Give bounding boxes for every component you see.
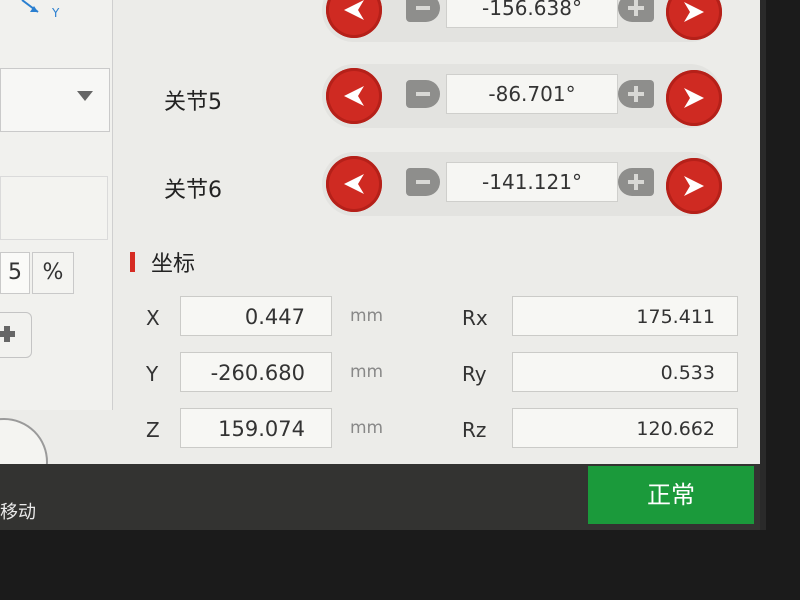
joint-decrease-button[interactable] [326, 68, 382, 124]
rotation-axis-label: Rx [462, 306, 488, 330]
coord-row-x: X 0.447 mm Rx 175.411 [140, 296, 740, 346]
axis-y-label: Y [52, 6, 60, 20]
info-box [0, 176, 108, 240]
joint-step-minus-button[interactable] [406, 0, 440, 22]
axis-label: Y [146, 362, 159, 386]
joint-row-6: 关节6 -141.121° [140, 152, 740, 222]
arrow-right-icon [684, 2, 704, 22]
coord-row-z: Z 159.074 mm Rz 120.662 [140, 408, 740, 458]
joint-label: 关节6 [164, 178, 222, 203]
joint-label: 关节5 [164, 90, 222, 115]
section-marker-icon [130, 252, 135, 272]
joint-step-plus-button[interactable] [618, 80, 654, 108]
speed-unit-label: % [32, 252, 74, 294]
rotation-value-field[interactable]: 175.411 [512, 296, 738, 336]
unit-label: mm [350, 418, 384, 438]
coordinates-section-title: 坐标 [130, 246, 196, 277]
unit-label: mm [350, 306, 384, 326]
joint-row-5: 关节5 -86.701° [140, 64, 740, 134]
speed-input[interactable]: 5 [0, 252, 30, 294]
coord-value-field[interactable]: 159.074 [180, 408, 332, 448]
joint-row-4: -156.638° [140, 0, 740, 48]
joint-control: -141.121° [322, 152, 722, 216]
joint-decrease-button[interactable] [326, 0, 382, 38]
joint-step-plus-button[interactable] [618, 168, 654, 196]
joint-increase-button[interactable] [666, 70, 722, 126]
joint-increase-button[interactable] [666, 158, 722, 214]
mode-dropdown[interactable] [0, 68, 110, 132]
joint-value-field[interactable]: -156.638° [446, 0, 618, 28]
joint-decrease-button[interactable] [326, 156, 382, 212]
arrow-left-icon [344, 174, 364, 194]
joint-control: -86.701° [322, 64, 722, 128]
joint-control: -156.638° [322, 0, 722, 42]
rotation-value-field[interactable]: 120.662 [512, 408, 738, 448]
chevron-down-icon[interactable] [77, 91, 93, 101]
axis-label: Z [146, 418, 160, 442]
rotation-axis-label: Ry [462, 362, 487, 386]
coordinate-axis-icon: Y [0, 0, 70, 26]
axis-label: X [146, 306, 160, 330]
unit-label: mm [350, 362, 384, 382]
rotation-axis-label: Rz [462, 418, 487, 442]
joint-value-field[interactable]: -86.701° [446, 74, 618, 114]
robot-control-screen: Y 5 % -156.638° 关节5 -86.701° 关节6 -141.12… [0, 0, 766, 530]
left-control-panel: Y 5 % [0, 0, 113, 410]
rotation-value-field[interactable]: 0.533 [512, 352, 738, 392]
arrow-right-icon [684, 176, 704, 196]
joint-increase-button[interactable] [666, 0, 722, 40]
status-indicator: 正常 [588, 466, 754, 524]
arrow-right-icon [684, 88, 704, 108]
coord-value-field[interactable]: 0.447 [180, 296, 332, 336]
arrow-left-icon [344, 0, 364, 20]
coord-value-field[interactable]: -260.680 [180, 352, 332, 392]
joint-value-field[interactable]: -141.121° [446, 162, 618, 202]
arrow-left-icon [344, 86, 364, 106]
joint-step-plus-button[interactable] [618, 0, 654, 22]
move-label: 移动 [0, 502, 36, 523]
joint-step-minus-button[interactable] [406, 80, 440, 108]
section-title-text: 坐标 [151, 252, 196, 277]
joint-step-minus-button[interactable] [406, 168, 440, 196]
speed-increase-button[interactable] [0, 312, 32, 358]
coord-row-y: Y -260.680 mm Ry 0.533 [140, 352, 740, 402]
